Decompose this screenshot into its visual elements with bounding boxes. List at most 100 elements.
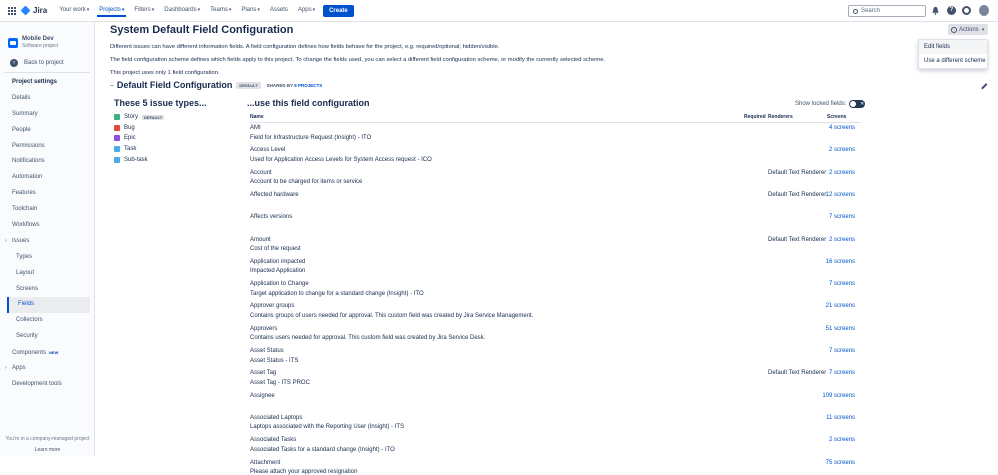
field-screens-link[interactable]: 11 screens (826, 415, 855, 421)
collapse-icon[interactable]: – (110, 82, 114, 89)
jira-logo-icon (20, 5, 31, 16)
field-screens-link[interactable]: 109 screens (822, 393, 855, 399)
field-screens-link[interactable]: 2 screens (829, 437, 855, 443)
chevron-down-icon: ▾ (228, 6, 232, 13)
column-required: Required (744, 114, 766, 120)
edit-pencil-icon[interactable] (977, 79, 988, 90)
nav-item-your-work[interactable]: Your work▾ (57, 5, 91, 17)
sidebar-item-permissions[interactable]: Permissions (0, 139, 94, 155)
description-line-3: This project uses only 1 field configura… (110, 70, 220, 76)
field-screens-link[interactable]: 12 screens (826, 192, 855, 198)
sidebar-item-apps[interactable]: › Apps (0, 361, 94, 377)
field-screens-link[interactable]: 7 screens (829, 214, 855, 220)
edit-fields-menu-item[interactable]: Edit fields (919, 40, 987, 54)
column-name: Name (250, 114, 264, 120)
issue-type-task: Task (114, 144, 164, 155)
jira-logo[interactable]: Jira (20, 5, 47, 16)
issue-type-label: Sub-task (124, 156, 148, 163)
issue-types-heading: These 5 issue types... (114, 98, 207, 108)
field-name: Amount (250, 236, 271, 243)
field-screens-link[interactable]: 75 screens (826, 460, 855, 466)
chevron-down-icon: ▾ (151, 6, 155, 13)
field-description: Used for Application Access Levels for S… (250, 156, 432, 163)
sidebar-item-label: Fields (18, 301, 35, 308)
search-input[interactable]: Search (848, 5, 926, 17)
sidebar-item-label: Details (12, 94, 31, 101)
notifications-bell-icon[interactable] (931, 6, 940, 15)
sidebar-item-types[interactable]: Types (0, 250, 94, 266)
sidebar-item-label: Types (16, 253, 33, 260)
expand-chevron-icon[interactable]: › (5, 361, 7, 377)
field-name: Approver groups (250, 303, 295, 310)
use-different-scheme-menu-item[interactable]: Use a different scheme (919, 54, 987, 68)
field-screens-link[interactable]: 2 screens (829, 170, 855, 176)
sidebar-item-components[interactable]: Components NEW (0, 345, 94, 361)
sidebar-item-label: Apps (12, 365, 26, 372)
field-screens-link[interactable]: 51 screens (826, 326, 855, 332)
field-description: Target application to change for a stand… (250, 290, 424, 297)
sidebar-item-label: People (12, 126, 31, 133)
expand-chevron-icon[interactable]: › (5, 234, 7, 250)
field-screens-link[interactable]: 4 screens (829, 125, 855, 131)
chevron-down-icon: ▾ (981, 26, 985, 33)
field-screens-link[interactable]: 16 screens (826, 259, 855, 265)
field-screens-link[interactable]: 2 screens (829, 237, 855, 243)
sidebar-item-screens[interactable]: Screens (0, 282, 94, 298)
shared-projects-link[interactable]: 8 PROJECTS (294, 83, 322, 88)
sidebar-item-features[interactable]: Features (0, 186, 94, 202)
field-screens-link[interactable]: 7 screens (829, 348, 855, 354)
sidebar-item-people[interactable]: People (0, 123, 94, 139)
sidebar-item-collectors[interactable]: Collectors (0, 313, 94, 329)
project-avatar-icon (8, 37, 18, 48)
sidebar-item-label: Development tools (12, 380, 62, 387)
chevron-down-icon: ▾ (257, 6, 260, 13)
create-button[interactable]: Create (323, 4, 354, 17)
sidebar-item-security[interactable]: Security (0, 329, 94, 345)
sidebar-item-toolchain[interactable]: Toolchain (0, 202, 94, 218)
sidebar-divider (4, 72, 90, 73)
user-avatar[interactable] (979, 5, 989, 16)
field-screens-link[interactable]: 7 screens (829, 281, 855, 287)
shared-by-label: SHARED BY 8 PROJECTS (266, 82, 323, 88)
issue-type-epic: Epic (114, 133, 164, 144)
learn-more-link[interactable]: Learn more (0, 447, 95, 453)
nav-item-label: Plans (241, 6, 257, 13)
sidebar-item-layout[interactable]: Layout (0, 266, 94, 282)
sidebar-item-summary[interactable]: Summary (0, 107, 94, 123)
sub-task-icon (114, 156, 120, 163)
sidebar-item-development-tools[interactable]: Development tools (0, 377, 94, 393)
sidebar-item-automation[interactable]: Automation (0, 170, 94, 186)
actions-button[interactable]: Actions ▾ (948, 24, 988, 35)
nav-item-label: Assets (269, 6, 288, 13)
project-header[interactable]: Mobile Dev Software project (0, 22, 94, 49)
chevron-down-icon: ▾ (86, 6, 90, 13)
field-description: Impacted Application (250, 268, 306, 275)
sidebar-item-fields[interactable]: Fields (7, 297, 90, 314)
field-screens-link[interactable]: 7 screens (829, 370, 855, 376)
nav-item-plans[interactable]: Plans▾ (239, 5, 262, 17)
search-icon (853, 8, 858, 14)
epic-icon (114, 135, 120, 142)
nav-item-assets[interactable]: Assets (268, 5, 290, 17)
nav-item-filters[interactable]: Filters▾ (132, 5, 156, 17)
field-name: Attachment (250, 459, 281, 466)
sidebar-item-notifications[interactable]: Notifications (0, 154, 94, 170)
field-screens-link[interactable]: 21 screens (826, 303, 855, 309)
field-screens-link[interactable]: 2 screens (829, 147, 855, 153)
app-switcher-icon[interactable] (8, 6, 16, 15)
chevron-down-icon: ▾ (121, 6, 125, 13)
nav-item-dashboards[interactable]: Dashboards▾ (162, 5, 202, 17)
nav-item-teams[interactable]: Teams▾ (208, 5, 233, 17)
task-icon (114, 146, 120, 153)
show-locked-toggle[interactable] (849, 100, 866, 108)
field-renderer: Default Text Renderer (768, 236, 827, 243)
help-icon[interactable]: ? (947, 6, 956, 15)
sidebar-item-workflows[interactable]: Workflows (0, 218, 94, 234)
nav-item-apps[interactable]: Apps▾ (296, 5, 317, 17)
settings-gear-icon[interactable] (962, 6, 971, 15)
nav-item-projects[interactable]: Projects▾ (97, 5, 127, 17)
sidebar-item-details[interactable]: Details (0, 91, 94, 107)
back-to-project-link[interactable]: ‹ Back to project (10, 59, 94, 67)
sidebar-item-issues[interactable]: › Issues (0, 234, 94, 250)
nav-menu: Your work▾ Projects▾ Filters▾ Dashboards▾ Te… (57, 5, 317, 17)
